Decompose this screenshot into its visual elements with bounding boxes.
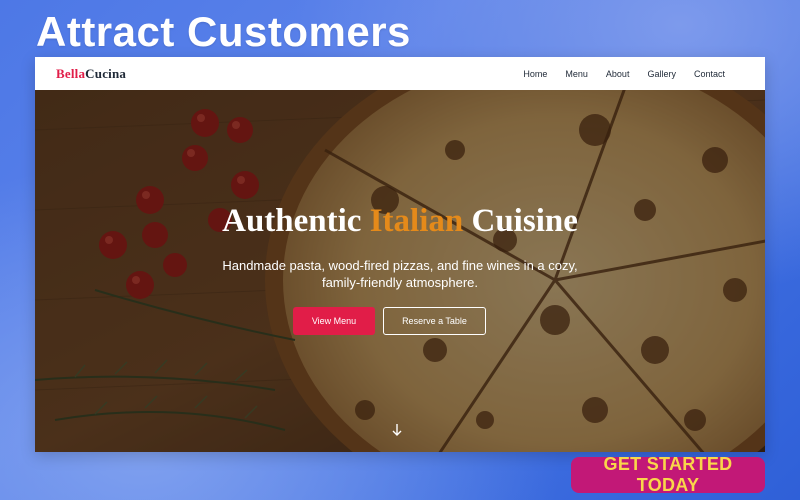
arrow-down-icon[interactable] xyxy=(390,422,404,438)
website-preview: BellaCucina Home Menu About Gallery Cont… xyxy=(35,57,765,452)
logo-part-bella: Bella xyxy=(56,65,86,81)
hero-title-part1: Authentic xyxy=(222,203,370,239)
hero-title-part2: Cuisine xyxy=(463,203,578,239)
get-started-button[interactable]: GET STARTED TODAY xyxy=(571,454,765,495)
site-logo[interactable]: BellaCucina xyxy=(56,66,126,82)
reserve-table-button[interactable]: Reserve a Table xyxy=(383,307,486,335)
nav-link-contact[interactable]: Contact xyxy=(694,69,725,79)
view-menu-button[interactable]: View Menu xyxy=(293,307,375,335)
hero-section: Authentic Italian Cuisine Handmade pasta… xyxy=(35,90,765,452)
nav-link-about[interactable]: About xyxy=(606,69,630,79)
banner-headline: Attract Customers xyxy=(36,8,411,55)
nav-link-menu[interactable]: Menu xyxy=(565,69,588,79)
logo-part-cucina: Cucina xyxy=(85,65,127,81)
hero-subtitle: Handmade pasta, wood-fired pizzas, and f… xyxy=(222,258,578,290)
hero-title-accent: Italian xyxy=(369,203,464,239)
nav-link-gallery[interactable]: Gallery xyxy=(647,69,676,79)
site-navbar: BellaCucina Home Menu About Gallery Cont… xyxy=(35,57,765,90)
hero-title: Authentic Italian Cuisine xyxy=(35,203,765,240)
nav-links: Home Menu About Gallery Contact xyxy=(505,69,725,79)
nav-link-home[interactable]: Home xyxy=(523,69,547,79)
